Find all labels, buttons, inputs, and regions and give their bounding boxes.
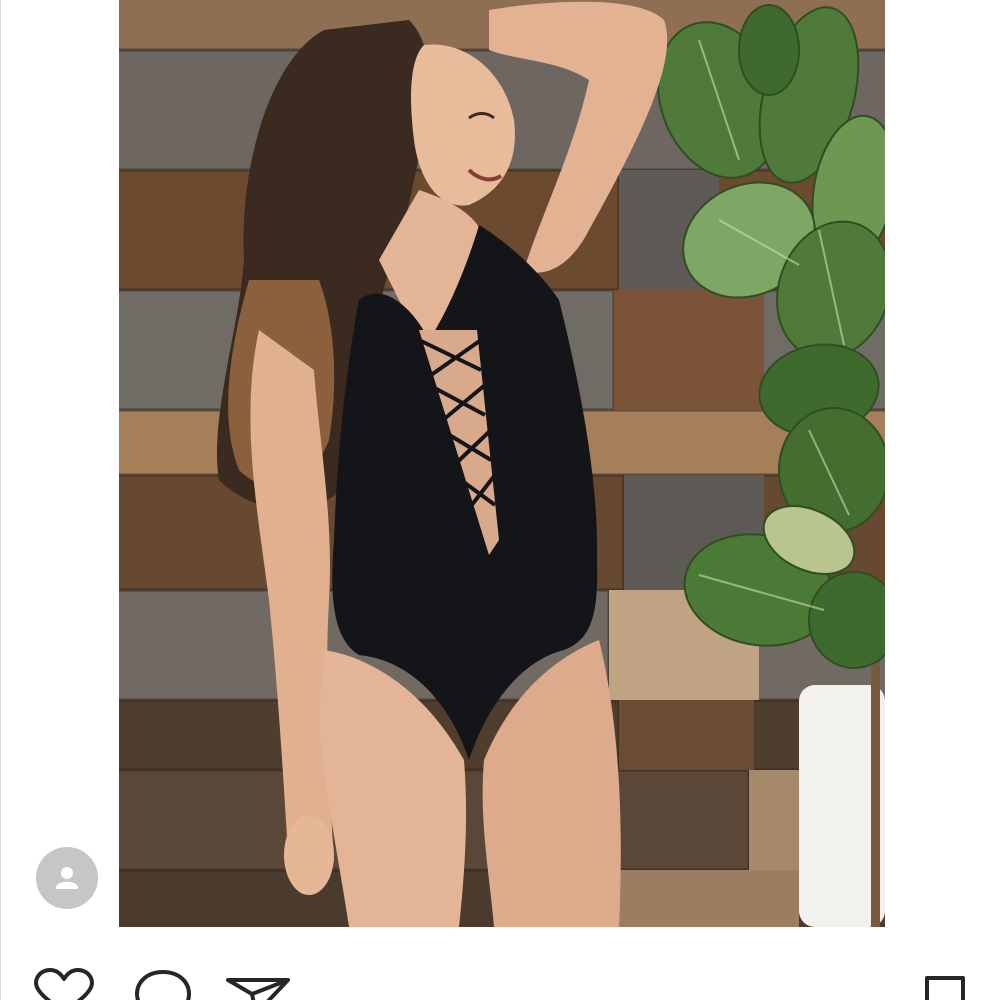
post-photo-artwork: [119, 0, 885, 927]
comment-button[interactable]: [133, 970, 197, 1000]
comment-bubble-icon: [135, 970, 191, 1000]
left-border-line: [0, 0, 1, 1000]
save-button[interactable]: [923, 974, 971, 1000]
post-photo[interactable]: [119, 0, 885, 927]
user-avatar[interactable]: [36, 847, 98, 909]
share-button[interactable]: [226, 974, 290, 1000]
post-view: [0, 0, 1000, 1000]
post-action-bar: [0, 960, 1000, 1000]
send-paper-plane-icon: [226, 978, 290, 1000]
bookmark-icon: [925, 976, 965, 1000]
heart-icon: [34, 968, 94, 1000]
like-button[interactable]: [34, 968, 98, 1000]
default-user-avatar-icon: [36, 847, 98, 909]
